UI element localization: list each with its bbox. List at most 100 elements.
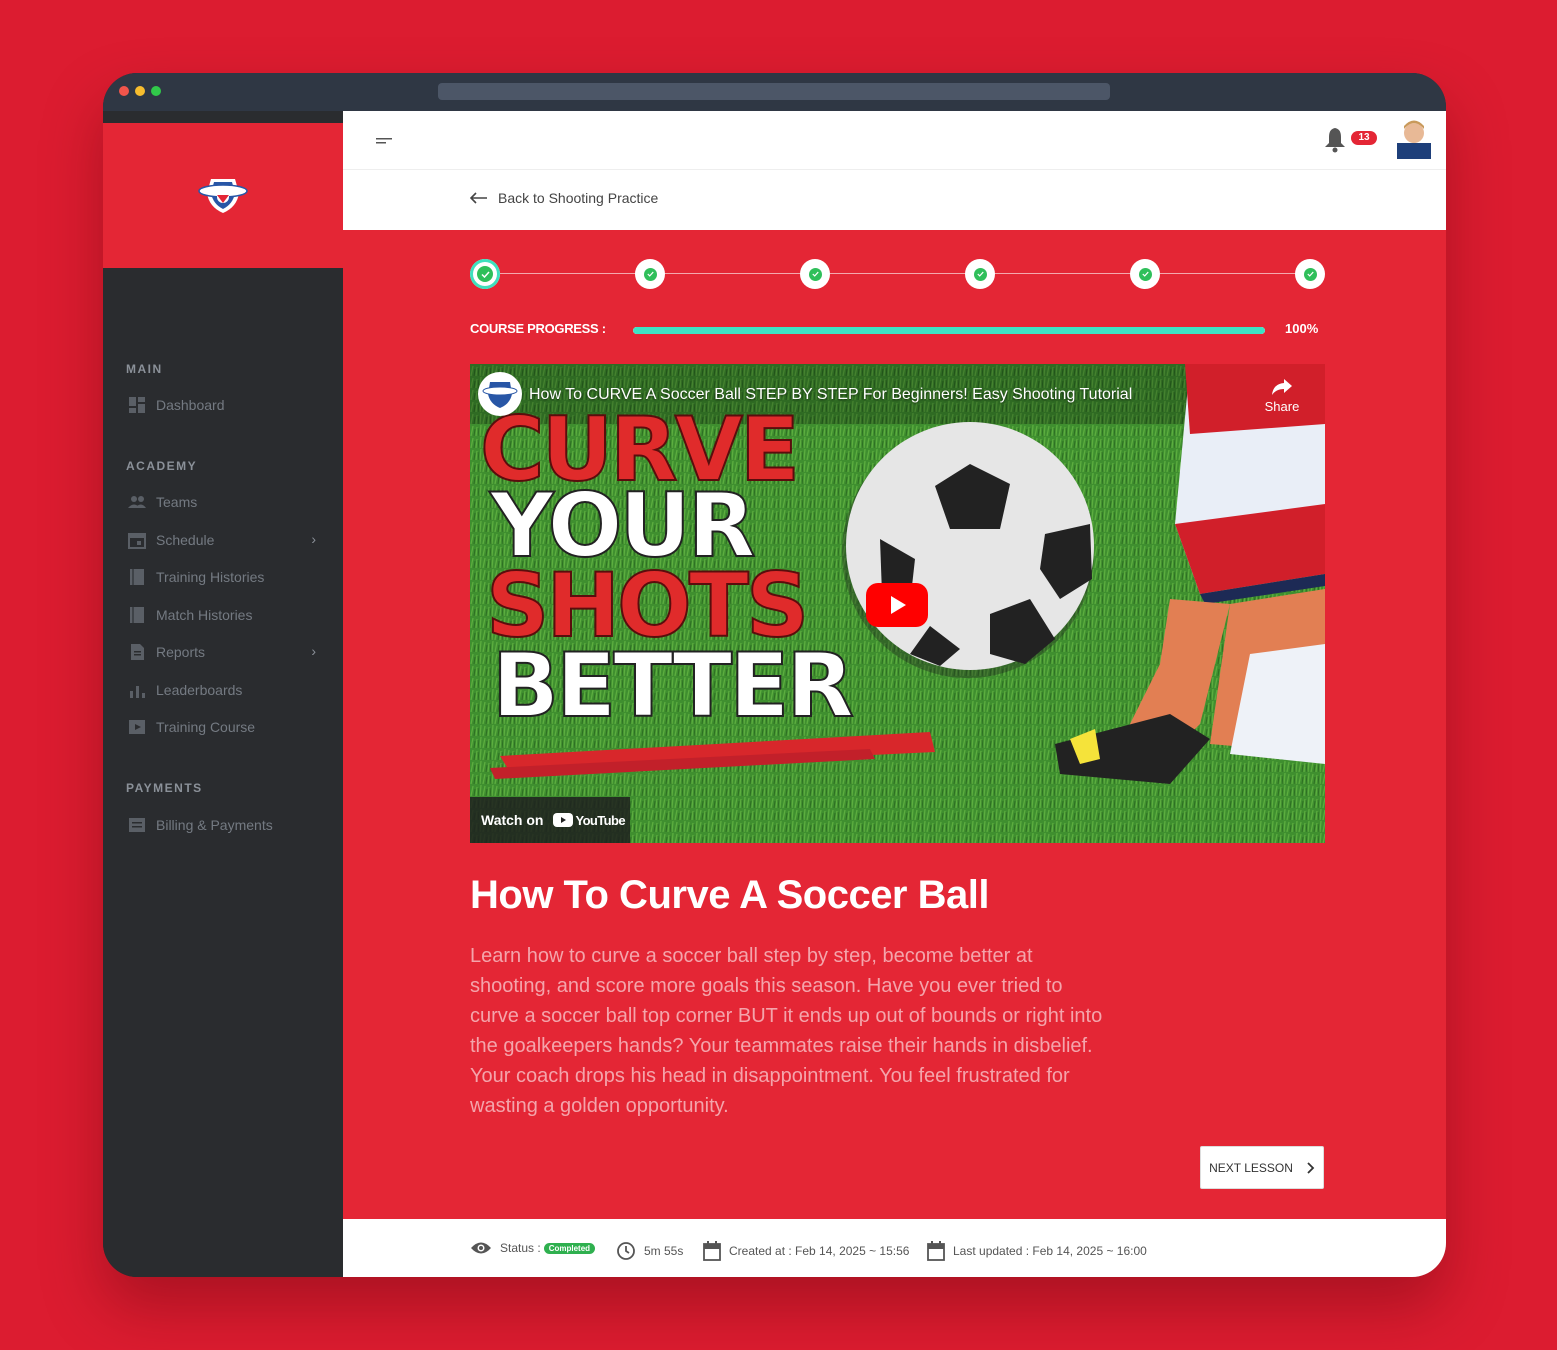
check-icon: [808, 267, 822, 281]
dashboard-icon: [129, 397, 145, 413]
book-icon: [130, 607, 144, 623]
sidebar-item-reports[interactable]: Reports ›: [128, 640, 328, 664]
main-content: 13 Back to Shooting Practice COURSE PROG…: [343, 111, 1446, 1277]
clock-icon: [617, 1242, 635, 1260]
course-step-6[interactable]: [1295, 259, 1325, 289]
watch-on-youtube-button[interactable]: Watch on YouTube: [470, 797, 630, 843]
section-label-academy: ACADEMY: [126, 459, 198, 473]
app-window: MAIN Dashboard ACADEMY Teams Schedule › …: [103, 73, 1446, 1277]
lesson-title: How To Curve A Soccer Ball: [470, 873, 989, 917]
calendar-icon: [703, 1241, 721, 1261]
youtube-label: YouTube: [575, 812, 625, 828]
sidebar-item-label: Match Histories: [156, 607, 253, 623]
sidebar: MAIN Dashboard ACADEMY Teams Schedule › …: [103, 111, 343, 1277]
window-titlebar: [103, 73, 1446, 111]
minimize-window-dot[interactable]: [135, 86, 145, 96]
course-step-2[interactable]: [635, 259, 665, 289]
sidebar-item-label: Dashboard: [156, 397, 225, 413]
sidebar-item-schedule[interactable]: Schedule ›: [128, 528, 328, 552]
course-step-5[interactable]: [1130, 259, 1160, 289]
back-bar: Back to Shooting Practice: [343, 170, 1446, 230]
avatar[interactable]: [1397, 117, 1431, 159]
check-icon: [973, 267, 987, 281]
calendar-icon: [927, 1241, 945, 1261]
play-button[interactable]: [866, 583, 928, 627]
document-icon: [131, 644, 144, 660]
sidebar-item-label: Training Course: [156, 719, 256, 735]
share-icon: [1272, 379, 1292, 395]
video-title[interactable]: How To CURVE A Soccer Ball STEP BY STEP …: [529, 386, 1132, 404]
section-label-payments: PAYMENTS: [126, 781, 203, 795]
status-meta: Status : Completed: [470, 1241, 596, 1255]
sidebar-item-training-histories[interactable]: Training Histories: [128, 565, 328, 589]
calendar-icon: [128, 533, 146, 549]
next-lesson-button[interactable]: NEXT LESSON: [1200, 1146, 1324, 1189]
share-label: Share: [1264, 399, 1300, 414]
teams-icon: [128, 496, 146, 508]
updated-meta: Last updated : Feb 14, 2025 ~ 16:00: [927, 1241, 1147, 1261]
check-icon: [643, 267, 657, 281]
bell-icon[interactable]: [1321, 125, 1349, 153]
lesson-meta-footer: Status : Completed 5m 55s Created at : F…: [343, 1219, 1446, 1277]
eye-icon: [471, 1242, 491, 1254]
steps-connector: [485, 273, 1310, 274]
sidebar-item-dashboard[interactable]: Dashboard: [128, 393, 328, 417]
status-label: Status :: [500, 1241, 541, 1255]
course-step-3[interactable]: [800, 259, 830, 289]
book-icon: [130, 569, 144, 585]
sidebar-item-label: Teams: [156, 494, 198, 510]
sidebar-item-label: Schedule: [156, 532, 215, 548]
address-bar[interactable]: [438, 83, 1110, 100]
channel-logo[interactable]: [478, 372, 522, 416]
sidebar-item-leaderboards[interactable]: Leaderboards: [128, 678, 328, 702]
last-updated: Last updated : Feb 14, 2025 ~ 16:00: [953, 1244, 1147, 1258]
back-link-label: Back to Shooting Practice: [498, 190, 659, 206]
sidebar-item-match-histories[interactable]: Match Histories: [128, 603, 328, 627]
check-icon: [1138, 267, 1152, 281]
course-progress-bar: [633, 327, 1265, 334]
course-step-4[interactable]: [965, 259, 995, 289]
duration-meta: 5m 55s: [616, 1241, 683, 1261]
bar-chart-icon: [130, 686, 145, 698]
course-progress-fill: [633, 327, 1265, 334]
status-badge: Completed: [543, 1242, 596, 1254]
thumbnail-word: BETTER: [491, 634, 855, 737]
section-label-main: MAIN: [126, 362, 163, 376]
check-icon: [1303, 267, 1317, 281]
duration-value: 5m 55s: [644, 1244, 684, 1258]
sidebar-item-teams[interactable]: Teams: [128, 490, 328, 514]
sidebar-item-training-course[interactable]: Training Course: [128, 715, 328, 739]
arrow-left-icon: [470, 192, 487, 204]
course-steps: [470, 259, 1325, 289]
chevron-right-icon: ›: [311, 531, 316, 547]
youtube-icon: [553, 813, 574, 827]
sidebar-item-label: Training Histories: [156, 569, 265, 585]
created-meta: Created at : Feb 14, 2025 ~ 15:56: [703, 1241, 909, 1261]
logo-area: [103, 123, 343, 268]
video-player[interactable]: CURVE YOUR SHOTS BETTER How To CURVE A S…: [470, 364, 1325, 843]
notification-badge: 13: [1351, 131, 1377, 145]
menu-icon[interactable]: [376, 135, 392, 147]
chevron-right-icon: [1307, 1161, 1315, 1174]
sidebar-item-billing[interactable]: Billing & Payments: [128, 813, 328, 837]
chevron-right-icon: ›: [311, 643, 316, 659]
check-icon: [477, 266, 493, 282]
course-step-1[interactable]: [470, 259, 500, 289]
maximize-window-dot[interactable]: [151, 86, 161, 96]
top-bar: 13: [343, 111, 1446, 170]
sidebar-item-label: Reports: [156, 644, 206, 660]
sidebar-item-label: Leaderboards: [156, 682, 243, 698]
course-progress-percent: 100%: [1285, 321, 1319, 336]
back-link[interactable]: Back to Shooting Practice: [470, 190, 658, 206]
watch-on-label: Watch on: [481, 812, 544, 828]
lesson-description: Learn how to curve a soccer ball step by…: [470, 945, 1103, 1117]
share-button[interactable]: Share: [1260, 378, 1304, 414]
next-lesson-label: NEXT LESSON: [1209, 1160, 1293, 1175]
created-at: Created at : Feb 14, 2025 ~ 15:56: [729, 1244, 910, 1258]
close-window-dot[interactable]: [119, 86, 129, 96]
club-logo[interactable]: [193, 173, 253, 217]
billing-icon: [129, 818, 145, 832]
sidebar-item-label: Billing & Payments: [156, 817, 273, 833]
video-icon: [129, 720, 145, 734]
course-progress-label: COURSE PROGRESS :: [470, 321, 606, 336]
